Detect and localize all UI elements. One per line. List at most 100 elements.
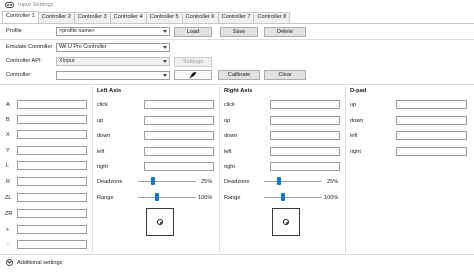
dpad-label-up: up xyxy=(350,102,357,108)
calibrate-button[interactable]: Calibrate xyxy=(218,70,260,80)
dpad-label-right: right xyxy=(350,149,361,155)
right-axis-up-field[interactable] xyxy=(270,116,340,125)
button-label-r: R xyxy=(6,179,11,185)
tab-controller-1[interactable]: Controller 1 xyxy=(2,11,39,23)
right-axis-label-right: right xyxy=(224,164,235,170)
tab-controller-6[interactable]: Controller 6 xyxy=(181,12,219,23)
left-deadzone-label: Deadzone xyxy=(97,179,123,185)
settings-button[interactable]: Settings xyxy=(174,57,212,67)
additional-settings-label[interactable]: Additional settings xyxy=(17,260,62,266)
button-a-field[interactable] xyxy=(17,100,87,109)
profile-value: <profile name> xyxy=(59,28,95,34)
divider xyxy=(0,254,474,255)
expand-toggle-icon[interactable] xyxy=(6,259,13,266)
right-axis-label-down: down xyxy=(224,133,238,139)
emulate-combo[interactable]: Wii U Pro Controller xyxy=(56,43,170,52)
right-axis-label-click: click xyxy=(224,102,235,108)
dpad-left-field[interactable] xyxy=(396,131,467,140)
chevron-down-icon xyxy=(163,46,167,49)
dpad-up-field[interactable] xyxy=(396,100,467,109)
dpad-right-field[interactable] xyxy=(396,147,467,156)
chevron-down-icon xyxy=(163,30,167,33)
divider xyxy=(0,84,474,85)
title-bar: Input Settings xyxy=(0,0,474,11)
left-range-slider[interactable] xyxy=(138,193,196,201)
button-b-field[interactable] xyxy=(17,115,87,124)
left-axis-left-field[interactable] xyxy=(144,147,214,156)
left-axis-up-field[interactable] xyxy=(144,116,214,125)
emulate-label: Emulate Controller xyxy=(6,44,53,50)
profile-combo[interactable]: <profile name> xyxy=(56,27,170,36)
stick-position-indicator xyxy=(157,219,163,225)
tab-controller-8[interactable]: Controller 8 xyxy=(253,12,291,23)
right-range-value: 100% xyxy=(324,195,339,201)
left-axis-down-field[interactable] xyxy=(144,131,214,140)
left-axis-label-up: up xyxy=(97,118,104,124)
right-axis-right-field[interactable] xyxy=(270,162,340,171)
right-axis-down-field[interactable] xyxy=(270,131,340,140)
button-label-l: L xyxy=(6,163,10,169)
button-x-field[interactable] xyxy=(17,130,87,139)
tab-controller-2[interactable]: Controller 2 xyxy=(37,12,75,23)
dpad-label-down: down xyxy=(350,118,364,124)
slider-thumb[interactable] xyxy=(150,177,155,185)
tab-controller-5[interactable]: Controller 5 xyxy=(145,12,183,23)
slider-thumb[interactable] xyxy=(281,193,286,201)
button-label-plus: + xyxy=(6,227,10,233)
left-axis-click-field[interactable] xyxy=(144,100,214,109)
right-axis-label-up: up xyxy=(224,118,231,124)
api-label: Controller API: xyxy=(6,58,43,64)
right-axis-heading: Right Axis xyxy=(224,88,253,94)
right-deadzone-slider[interactable] xyxy=(264,177,322,185)
tab-controller-3[interactable]: Controller 3 xyxy=(73,12,111,23)
slider-thumb[interactable] xyxy=(155,193,160,201)
load-button[interactable]: Load xyxy=(174,27,212,37)
button-label-y: Y xyxy=(6,148,10,154)
left-axis-label-down: down xyxy=(97,133,111,139)
refresh-controllers-button[interactable] xyxy=(174,70,212,80)
left-axis-label-left: left xyxy=(97,149,105,155)
clear-button[interactable]: Clear xyxy=(264,70,306,80)
button-plus-field[interactable] xyxy=(17,225,87,234)
button-l-field[interactable] xyxy=(17,161,87,170)
left-deadzone-slider[interactable] xyxy=(138,177,196,185)
button-label-a: A xyxy=(6,102,10,108)
divider xyxy=(0,39,474,40)
left-axis-right-field[interactable] xyxy=(144,162,214,171)
column-divider xyxy=(219,86,220,252)
button-label-x: X xyxy=(6,132,10,138)
left-stick-preview xyxy=(146,208,174,236)
save-button[interactable]: Save xyxy=(220,27,258,37)
slider-thumb[interactable] xyxy=(276,177,281,185)
left-range-label: Range xyxy=(97,195,114,201)
left-axis-label-right: right xyxy=(97,164,108,170)
column-divider xyxy=(92,86,93,252)
right-axis-click-field[interactable] xyxy=(270,100,340,109)
button-r-field[interactable] xyxy=(17,177,87,186)
column-divider xyxy=(345,86,346,252)
controller-combo[interactable] xyxy=(56,71,170,80)
delete-button[interactable]: Delete xyxy=(264,27,306,37)
api-combo[interactable]: XInput xyxy=(56,57,170,66)
button-zl-field[interactable] xyxy=(17,193,87,202)
feather-icon xyxy=(189,72,196,79)
button-minus-field[interactable] xyxy=(17,240,87,249)
button-label-b: B xyxy=(6,117,10,123)
chevron-down-icon xyxy=(163,74,167,77)
dpad-down-field[interactable] xyxy=(396,116,467,125)
right-range-slider[interactable] xyxy=(264,193,322,201)
stick-position-indicator xyxy=(283,219,289,225)
dpad-heading: D-pad xyxy=(350,88,367,94)
button-label-zr: ZR xyxy=(5,211,13,217)
button-label-minus: - xyxy=(7,242,9,248)
right-deadzone-label: Deadzone xyxy=(224,179,250,185)
button-label-zl: ZL xyxy=(5,195,12,201)
right-axis-left-field[interactable] xyxy=(270,147,340,156)
button-y-field[interactable] xyxy=(17,146,87,155)
tab-controller-4[interactable]: Controller 4 xyxy=(109,12,147,23)
tab-controller-7[interactable]: Controller 7 xyxy=(217,12,255,23)
left-deadzone-value: 25% xyxy=(201,179,213,185)
button-zr-field[interactable] xyxy=(17,209,87,218)
tab-divider xyxy=(0,23,474,24)
slider-track xyxy=(264,197,322,198)
